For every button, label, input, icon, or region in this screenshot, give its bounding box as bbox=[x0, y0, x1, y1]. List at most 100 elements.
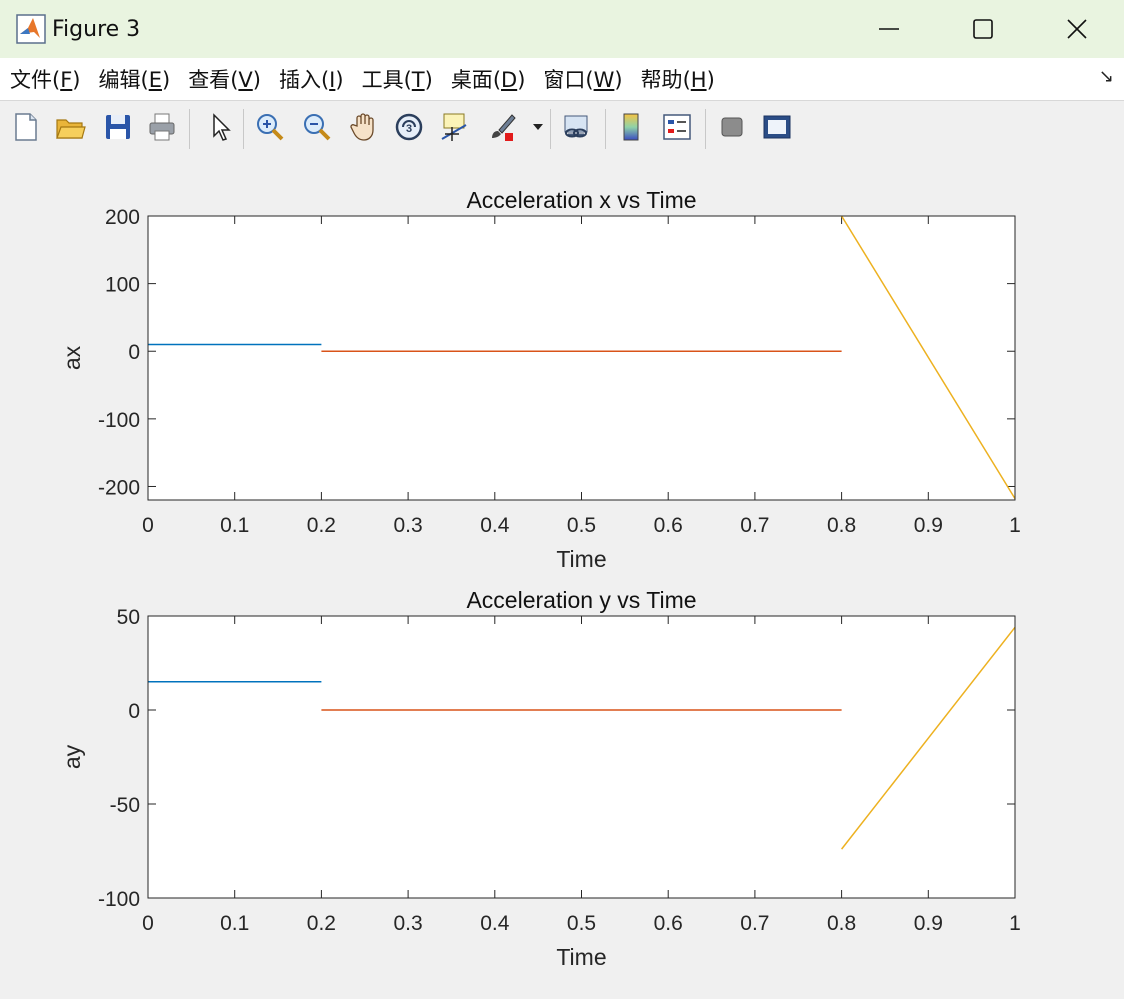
new-file-icon bbox=[15, 113, 37, 141]
menu-window[interactable]: 窗口(W) bbox=[535, 64, 630, 94]
rotate-3d-button[interactable]: 3 bbox=[391, 109, 427, 145]
edit-plot-button[interactable] bbox=[202, 109, 238, 145]
menu-desktop[interactable]: 桌面(D) bbox=[443, 64, 534, 94]
menu-file[interactable]: 文件(F) bbox=[2, 64, 89, 94]
open-file-button[interactable] bbox=[52, 109, 88, 145]
close-icon bbox=[1067, 19, 1087, 39]
x-tick-label: 0.2 bbox=[307, 912, 336, 935]
close-button[interactable] bbox=[1030, 0, 1124, 58]
y-tick-label: 0 bbox=[128, 700, 140, 723]
x-tick-label: 0.4 bbox=[480, 912, 510, 935]
dock-arrow-icon[interactable]: ↘ bbox=[1099, 66, 1114, 87]
axes-acceleration-x[interactable]: 0 0.1 0.2 0.3 0.4 0.5 0.6 0.7 0.8 0.9 1 -200 -100 0 10… bbox=[59, 187, 1021, 572]
x-tick-label: 0.7 bbox=[740, 514, 769, 537]
plot-area bbox=[148, 616, 1015, 898]
y-tick-label: 200 bbox=[105, 206, 140, 229]
x-tick-label: 1 bbox=[1009, 514, 1021, 537]
y-tick-label: -100 bbox=[98, 409, 140, 432]
x-tick-label: 0.3 bbox=[393, 912, 422, 935]
x-tick-label: 0.8 bbox=[827, 514, 856, 537]
x-axis-label: Time bbox=[556, 546, 606, 572]
hide-plot-tools-button[interactable] bbox=[714, 109, 750, 145]
toolbar-separator bbox=[705, 109, 706, 149]
save-icon bbox=[106, 115, 130, 139]
show-plot-tools-button[interactable] bbox=[759, 109, 795, 145]
link-plot-button[interactable] bbox=[558, 109, 594, 145]
x-tick-label: 0.2 bbox=[307, 514, 336, 537]
x-tick-label: 0.9 bbox=[914, 912, 943, 935]
zoom-in-button[interactable] bbox=[252, 109, 288, 145]
pan-hand-icon bbox=[350, 113, 374, 141]
toolbar-separator bbox=[550, 109, 551, 149]
pan-button[interactable] bbox=[346, 109, 382, 145]
chevron-down-icon bbox=[533, 124, 543, 130]
print-icon bbox=[149, 113, 175, 141]
show-plot-tools-icon bbox=[763, 115, 791, 139]
chart-title: Acceleration x vs Time bbox=[466, 187, 696, 213]
menu-view[interactable]: 查看(V) bbox=[180, 64, 269, 94]
brush-button[interactable] bbox=[484, 109, 520, 145]
x-tick-label: 0.5 bbox=[567, 912, 596, 935]
link-plot-icon bbox=[564, 115, 588, 138]
open-folder-icon bbox=[56, 119, 86, 139]
chart-title: Acceleration y vs Time bbox=[466, 587, 696, 613]
y-tick-label: -100 bbox=[98, 888, 140, 911]
zoom-in-icon bbox=[257, 114, 284, 141]
y-tick-label: -200 bbox=[98, 476, 140, 499]
y-tick-label: 0 bbox=[128, 341, 140, 364]
title-bar: Figure 3 bbox=[0, 0, 1124, 58]
x-tick-label: 0.1 bbox=[220, 514, 249, 537]
x-tick-label: 0.5 bbox=[567, 514, 596, 537]
maximize-icon bbox=[973, 19, 993, 39]
figure-canvas: 0 0.1 0.2 0.3 0.4 0.5 0.6 0.7 0.8 0.9 1 -200 -100 0 10… bbox=[0, 153, 1124, 995]
x-tick-label: 0 bbox=[142, 912, 154, 935]
axes-acceleration-y[interactable]: 0 0.1 0.2 0.3 0.4 0.5 0.6 0.7 0.8 0.9 1 -100 -50 0 50 A… bbox=[59, 587, 1021, 970]
print-button[interactable] bbox=[144, 109, 180, 145]
new-figure-button[interactable] bbox=[8, 109, 44, 145]
legend-icon bbox=[663, 114, 691, 140]
x-tick-label: 0.6 bbox=[654, 912, 683, 935]
colorbar-icon bbox=[623, 113, 639, 141]
menu-help[interactable]: 帮助(H) bbox=[633, 64, 723, 94]
x-tick-label: 0.3 bbox=[393, 514, 422, 537]
pointer-icon bbox=[213, 113, 231, 141]
data-cursor-button[interactable] bbox=[436, 109, 472, 145]
x-tick-label: 0.4 bbox=[480, 514, 510, 537]
colorbar-button[interactable] bbox=[613, 109, 649, 145]
y-axis-label: ay bbox=[59, 744, 85, 769]
menu-bar: 文件(F) 编辑(E) 查看(V) 插入(I) 工具(T) 桌面(D) 窗口(W… bbox=[0, 58, 1124, 100]
save-button[interactable] bbox=[100, 109, 136, 145]
zoom-out-icon bbox=[304, 114, 331, 141]
x-axis-label: Time bbox=[556, 944, 606, 970]
matlab-logo-icon bbox=[16, 14, 46, 44]
minimize-button[interactable] bbox=[842, 0, 936, 58]
x-tick-label: 1 bbox=[1009, 912, 1021, 935]
figure-svg: 0 0.1 0.2 0.3 0.4 0.5 0.6 0.7 0.8 0.9 1-200-100010… bbox=[59, 187, 1021, 970]
hide-plot-tools-icon bbox=[721, 117, 743, 137]
plot-area bbox=[148, 216, 1015, 500]
svg-text:3: 3 bbox=[406, 123, 412, 135]
toolbar-separator bbox=[243, 109, 244, 149]
zoom-out-button[interactable] bbox=[299, 109, 335, 145]
toolbar-separator bbox=[605, 109, 606, 149]
x-tick-label: 0.7 bbox=[740, 912, 769, 935]
toolbar-separator bbox=[189, 109, 190, 149]
menu-tools[interactable]: 工具(T) bbox=[354, 64, 441, 94]
menu-edit[interactable]: 编辑(E) bbox=[91, 64, 179, 94]
y-axis-label: ax bbox=[59, 345, 85, 370]
legend-button[interactable] bbox=[659, 109, 695, 145]
menu-insert[interactable]: 插入(I) bbox=[271, 64, 352, 94]
data-cursor-icon bbox=[441, 113, 467, 141]
minimize-icon bbox=[879, 28, 899, 30]
brush-dropdown-button[interactable] bbox=[528, 109, 548, 145]
window-title: Figure 3 bbox=[52, 16, 141, 42]
x-tick-label: 0.8 bbox=[827, 912, 856, 935]
y-tick-label: 50 bbox=[117, 606, 140, 629]
toolbar: 3 bbox=[0, 100, 1124, 154]
y-tick-label: 100 bbox=[105, 274, 140, 297]
x-tick-label: 0.1 bbox=[220, 912, 249, 935]
x-tick-label: 0.9 bbox=[914, 514, 943, 537]
maximize-button[interactable] bbox=[936, 0, 1030, 58]
y-tick-label: -50 bbox=[110, 794, 140, 817]
x-tick-label: 0.6 bbox=[654, 514, 683, 537]
